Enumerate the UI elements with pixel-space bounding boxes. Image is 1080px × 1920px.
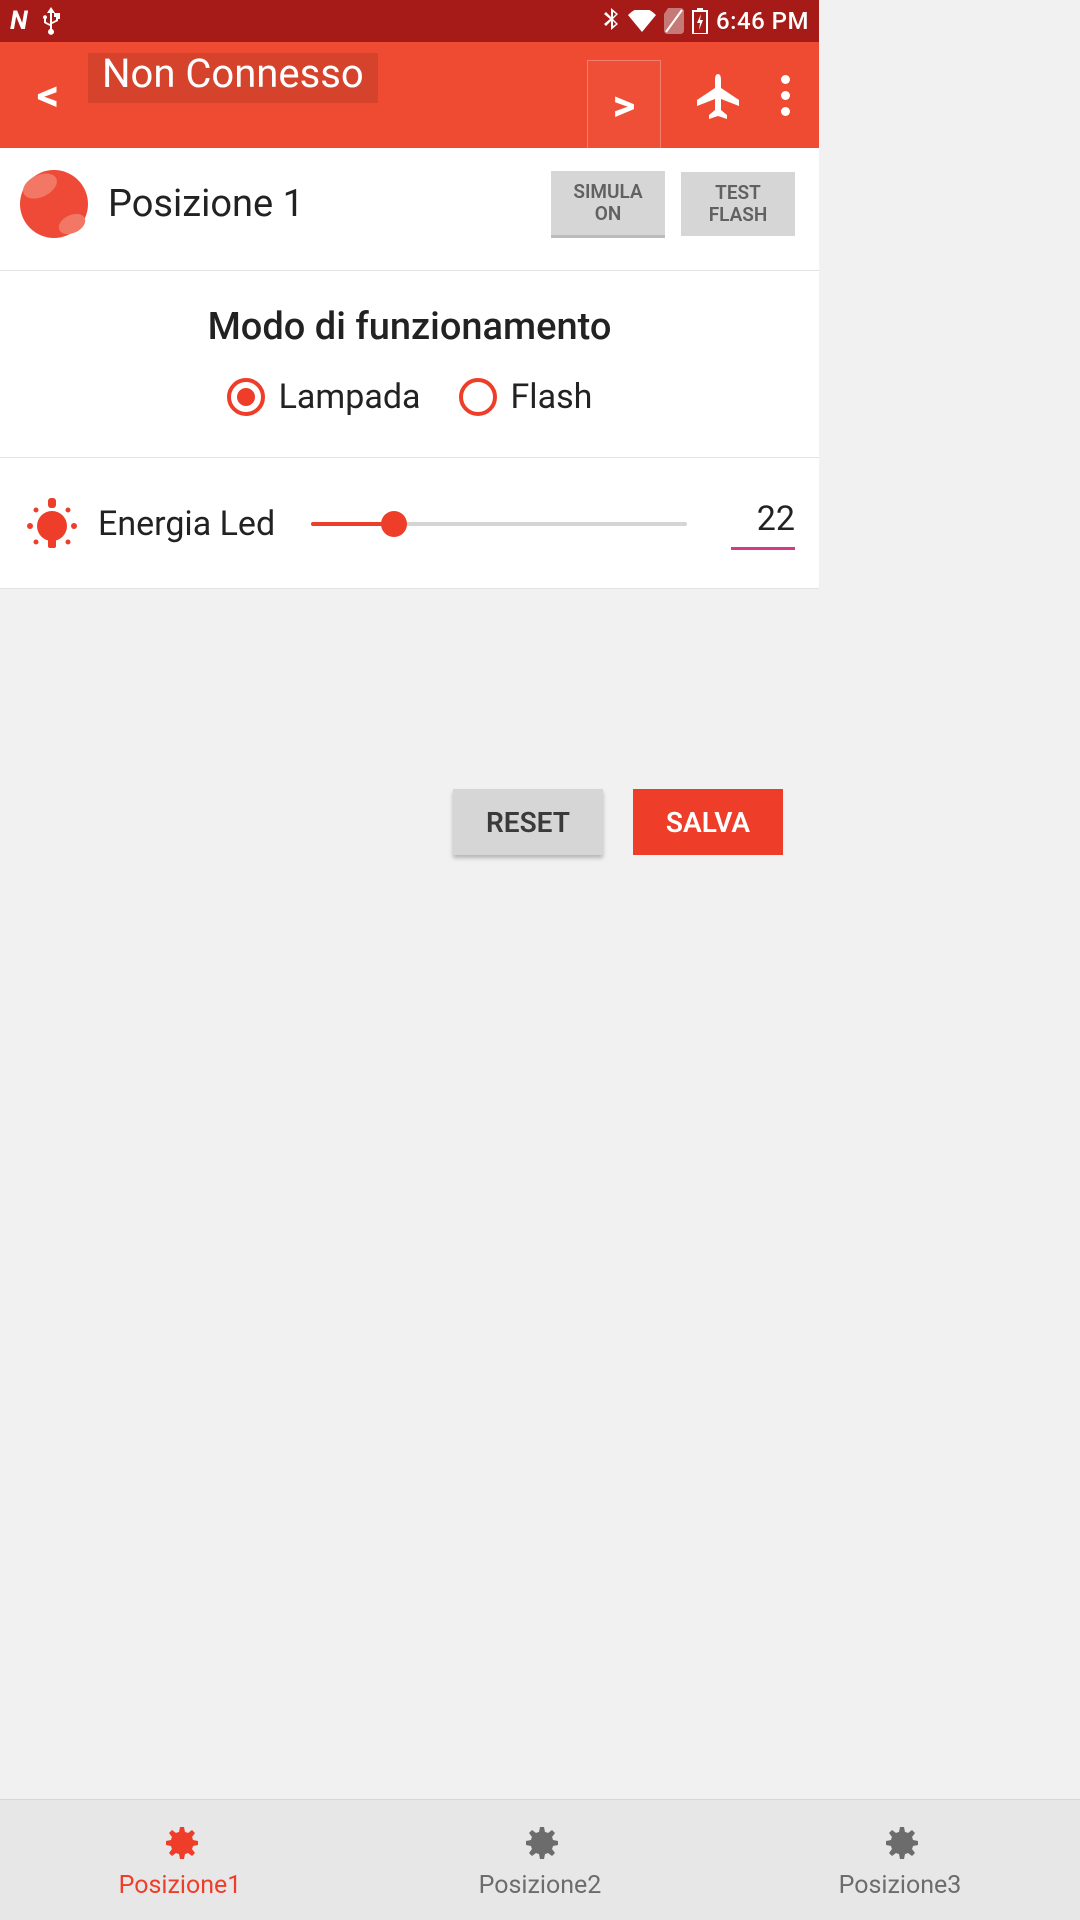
bottom-tab-bar: Posizione1 Posizione2 Posizione3 [0, 1800, 1080, 1920]
usb-icon [42, 7, 60, 35]
tab-label: Posizione3 [839, 1871, 962, 1900]
no-sim-icon [664, 8, 684, 34]
overflow-menu-icon[interactable] [765, 75, 805, 116]
test-flash-button[interactable]: TEST FLASH [681, 172, 795, 236]
android-status-bar: N 6:46 PM [0, 0, 819, 42]
mode-title: Modo di funzionamento [0, 305, 819, 349]
battery-charging-icon [692, 8, 708, 34]
slider-thumb[interactable] [381, 511, 407, 537]
tab-label: Posizione2 [479, 1871, 602, 1900]
save-button[interactable]: SALVA [633, 789, 783, 855]
wifi-icon [628, 10, 656, 32]
radio-selected-icon [227, 378, 265, 416]
radio-lamp-label: Lampada [279, 377, 421, 417]
energy-slider[interactable] [311, 508, 687, 540]
position-title: Posizione 1 [108, 182, 535, 226]
gear-icon [518, 1821, 562, 1865]
bluetooth-icon [604, 8, 620, 34]
mode-section: Modo di funzionamento Lampada Flash [0, 270, 819, 457]
energy-label: Energia Led [98, 504, 275, 544]
tab-position-2[interactable]: Posizione2 [360, 1800, 720, 1920]
position-header: Posizione 1 SIMULA ON TEST FLASH [0, 148, 819, 270]
radio-unselected-icon [459, 378, 497, 416]
position-ball-icon [18, 168, 90, 240]
radio-flash-label: Flash [511, 377, 593, 417]
tab-position-3[interactable]: Posizione3 [720, 1800, 1080, 1920]
simulate-button[interactable]: SIMULA ON [551, 171, 665, 238]
energy-section: Energia Led 22 [0, 457, 819, 589]
airplane-icon[interactable] [683, 60, 753, 130]
app-bar: < Non Connesso > [0, 42, 819, 148]
connection-status: Non Connesso [88, 53, 378, 103]
nav-next-button[interactable]: > [587, 60, 661, 148]
status-time: 6:46 PM [716, 7, 809, 35]
tab-label: Posizione1 [119, 1871, 242, 1900]
energy-value-input[interactable]: 22 [731, 499, 795, 550]
radio-lamp[interactable]: Lampada [227, 377, 421, 417]
bulb-icon [24, 496, 80, 552]
gear-icon [158, 1821, 202, 1865]
radio-flash[interactable]: Flash [459, 377, 593, 417]
reset-button[interactable]: RESET [453, 789, 603, 855]
nav-prev-button[interactable]: < [8, 69, 88, 121]
gear-icon [878, 1821, 922, 1865]
android-n-icon: N [10, 6, 28, 36]
tab-position-1[interactable]: Posizione1 [0, 1800, 360, 1920]
